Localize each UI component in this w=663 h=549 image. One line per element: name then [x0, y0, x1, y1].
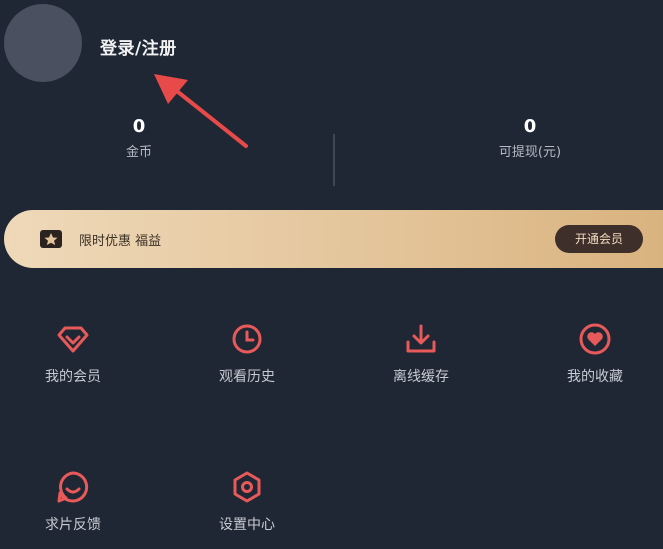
- menu-offline-cache[interactable]: 离线缓存: [366, 322, 476, 386]
- avatar[interactable]: [4, 4, 82, 82]
- coins-label: 金币: [125, 145, 152, 160]
- menu-my-favorites[interactable]: 我的收藏: [540, 322, 650, 386]
- vip-promo-text: 限时优惠 福益: [79, 234, 162, 249]
- menu-label: 我的收藏: [567, 369, 623, 385]
- menu-label: 设置中心: [219, 517, 275, 533]
- menu-request-feedback[interactable]: 求片反馈: [18, 470, 128, 534]
- menu-my-vip[interactable]: 我的会员: [18, 322, 128, 386]
- vip-ticket-icon: [40, 230, 62, 248]
- withdrawable-stat[interactable]: 0 可提现(元): [470, 116, 590, 160]
- login-register-link[interactable]: 登录/注册: [100, 34, 177, 59]
- menu-label: 离线缓存: [393, 369, 449, 385]
- menu-label: 观看历史: [219, 369, 275, 385]
- menu-settings-center[interactable]: 设置中心: [192, 470, 302, 534]
- heart-icon: [579, 323, 611, 355]
- open-vip-button[interactable]: 开通会员: [555, 225, 643, 253]
- menu-watch-history[interactable]: 观看历史: [192, 322, 302, 386]
- vip-promo-banner[interactable]: 限时优惠 福益 开通会员: [4, 210, 663, 268]
- diamond-icon: [57, 326, 89, 353]
- coins-stat[interactable]: 0 金币: [100, 116, 178, 160]
- coins-value: 0: [132, 116, 146, 137]
- menu-label: 求片反馈: [45, 517, 101, 533]
- withdrawable-value: 0: [523, 116, 537, 137]
- stats-divider: [333, 134, 335, 186]
- settings-icon: [233, 471, 261, 503]
- clock-icon: [232, 324, 262, 354]
- download-icon: [406, 324, 436, 353]
- menu-label: 我的会员: [45, 369, 101, 385]
- withdrawable-label: 可提现(元): [498, 145, 562, 160]
- feedback-icon: [57, 471, 89, 503]
